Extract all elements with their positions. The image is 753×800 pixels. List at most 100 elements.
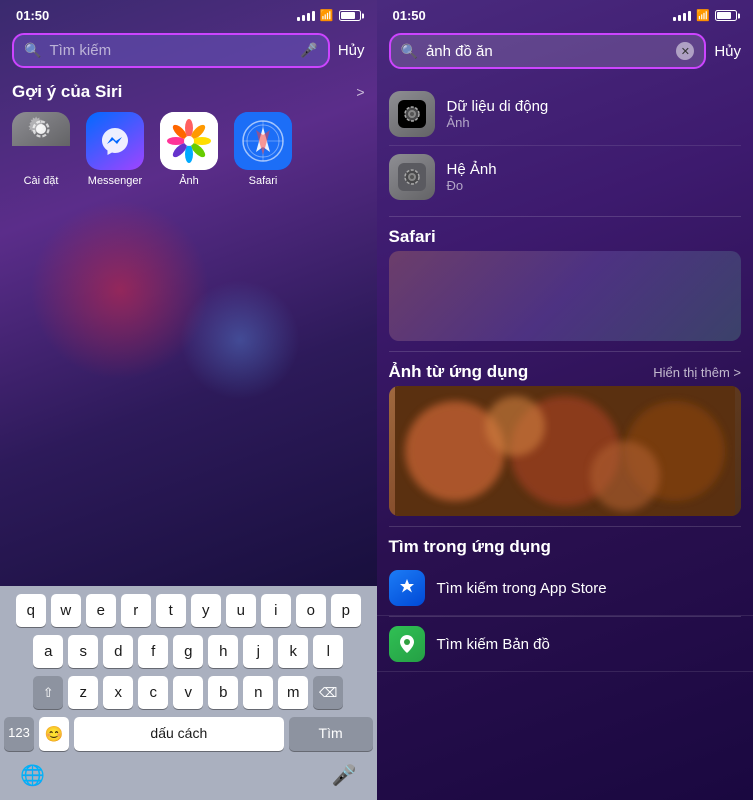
key-l[interactable]: l: [313, 635, 343, 668]
clear-button[interactable]: ✕: [676, 42, 694, 60]
key-t[interactable]: t: [156, 594, 186, 627]
send-key[interactable]: Tìm: [289, 717, 373, 751]
key-g[interactable]: g: [173, 635, 203, 668]
maps-icon: [389, 626, 425, 662]
bottom-bar: 🌐 🎤: [4, 759, 373, 796]
signal-icon: [297, 11, 315, 21]
app-search-section-header: Tìm trong ứng dụng: [377, 527, 753, 561]
safari-app-icon: [234, 112, 292, 170]
key-e[interactable]: e: [86, 594, 116, 627]
appstore-search-item[interactable]: Tìm kiếm trong App Store: [377, 561, 753, 616]
mic-icon-left[interactable]: 🎤: [300, 42, 317, 59]
app-item-safari[interactable]: Safari: [234, 112, 292, 187]
app-item-photos[interactable]: Ảnh: [160, 112, 218, 187]
keyboard: q w e r t y u i o p a s d f g h j k l ⇧ …: [0, 586, 377, 800]
space-key[interactable]: dấu cách: [74, 717, 284, 751]
status-icons-left: 📶: [297, 9, 361, 22]
key-a[interactable]: a: [33, 635, 63, 668]
search-bar-left[interactable]: 🔍 🎤 Hủy: [12, 33, 365, 68]
key-row-1: q w e r t y u i o p: [4, 594, 373, 627]
result-item-dulieu[interactable]: Dữ liệu di động Ảnh: [389, 83, 742, 146]
search-input-wrap-left[interactable]: 🔍 🎤: [12, 33, 330, 68]
cancel-button-left[interactable]: Hủy: [338, 42, 365, 59]
time-right: 01:50: [393, 8, 426, 23]
key-w[interactable]: w: [51, 594, 81, 627]
maps-search-item[interactable]: Tìm kiếm Bản đồ: [377, 617, 753, 672]
search-icon-left: 🔍: [24, 42, 41, 59]
result-name-heanh: Hệ Ảnh: [447, 161, 497, 178]
key-y[interactable]: y: [191, 594, 221, 627]
key-c[interactable]: c: [138, 676, 168, 709]
globe-icon[interactable]: 🌐: [20, 763, 45, 788]
safari-section-header: Safari: [377, 217, 753, 251]
key-m[interactable]: m: [278, 676, 308, 709]
key-j[interactable]: j: [243, 635, 273, 668]
key-f[interactable]: f: [138, 635, 168, 668]
safari-preview-content: [389, 251, 742, 341]
result-item-heanh[interactable]: Hệ Ảnh Đo: [389, 146, 742, 208]
delete-key[interactable]: ⌫: [313, 676, 343, 709]
right-panel: 01:50 📶 🔍 ✕ Hủy: [377, 0, 753, 800]
photos-more[interactable]: Hiển thị thêm >: [653, 365, 741, 380]
key-u[interactable]: u: [226, 594, 256, 627]
app-results-section: Dữ liệu di động Ảnh Hệ Ảnh Đo: [377, 75, 753, 216]
siri-more[interactable]: >: [356, 84, 364, 100]
key-row-4: 123 😊 dấu cách Tìm: [4, 717, 373, 751]
result-sub-heanh: Đo: [447, 178, 497, 193]
key-d[interactable]: d: [103, 635, 133, 668]
search-input-left[interactable]: [49, 42, 292, 59]
key-k[interactable]: k: [278, 635, 308, 668]
key-i[interactable]: i: [261, 594, 291, 627]
mic-icon-bottom[interactable]: 🎤: [332, 763, 357, 788]
number-key[interactable]: 123: [4, 717, 34, 751]
photo-section[interactable]: [389, 386, 742, 516]
key-n[interactable]: n: [243, 676, 273, 709]
settings-app-label: Cài đặt: [24, 175, 59, 187]
key-b[interactable]: b: [208, 676, 238, 709]
bg-blob-blue: [180, 280, 300, 400]
result-icon-dulieu: [389, 91, 435, 137]
shift-key[interactable]: ⇧: [33, 676, 63, 709]
search-bar-right[interactable]: 🔍 ✕ Hủy: [389, 33, 742, 69]
time-left: 01:50: [16, 8, 49, 23]
photos-section-title: Ảnh từ ứng dụng: [389, 362, 529, 382]
photo-grid: [389, 386, 742, 516]
battery-icon: [339, 10, 361, 21]
emoji-key[interactable]: 😊: [39, 717, 69, 751]
photos-section-header: Ảnh từ ứng dụng Hiển thị thêm >: [377, 352, 753, 386]
result-text-dulieu: Dữ liệu di động Ảnh: [447, 98, 549, 130]
status-bar-left: 01:50 📶: [0, 0, 377, 27]
wifi-icon-right: 📶: [696, 9, 710, 22]
photos-app-label: Ảnh: [179, 175, 199, 187]
search-input-right[interactable]: [426, 43, 668, 60]
key-v[interactable]: v: [173, 676, 203, 709]
wifi-icon: 📶: [320, 9, 334, 22]
key-row-2: a s d f g h j k l: [4, 635, 373, 668]
status-bar-right: 01:50 📶: [377, 0, 753, 27]
messenger-app-icon: [86, 112, 144, 170]
search-icon-right: 🔍: [401, 43, 418, 60]
appstore-icon: [389, 570, 425, 606]
key-p[interactable]: p: [331, 594, 361, 627]
app-search-title: Tìm trong ứng dụng: [389, 537, 551, 557]
siri-title: Gợi ý của Siri: [12, 82, 122, 102]
key-x[interactable]: x: [103, 676, 133, 709]
key-s[interactable]: s: [68, 635, 98, 668]
key-o[interactable]: o: [296, 594, 326, 627]
app-item-messenger[interactable]: Messenger: [86, 112, 144, 187]
photos-app-icon: [160, 112, 218, 170]
siri-header: Gợi ý của Siri >: [12, 82, 365, 102]
app-item-settings[interactable]: Cài đặt: [12, 112, 70, 187]
key-h[interactable]: h: [208, 635, 238, 668]
settings-icon: [12, 112, 70, 146]
safari-preview[interactable]: [389, 251, 742, 341]
siri-apps: Cài đặt Messenger: [12, 112, 365, 187]
key-r[interactable]: r: [121, 594, 151, 627]
result-icon-heanh: [389, 154, 435, 200]
cancel-button-right[interactable]: Hủy: [714, 43, 741, 60]
maps-search-label: Tìm kiếm Bản đồ: [437, 636, 550, 653]
key-q[interactable]: q: [16, 594, 46, 627]
result-sub-dulieu: Ảnh: [447, 115, 549, 130]
key-z[interactable]: z: [68, 676, 98, 709]
search-input-wrap-right[interactable]: 🔍 ✕: [389, 33, 707, 69]
